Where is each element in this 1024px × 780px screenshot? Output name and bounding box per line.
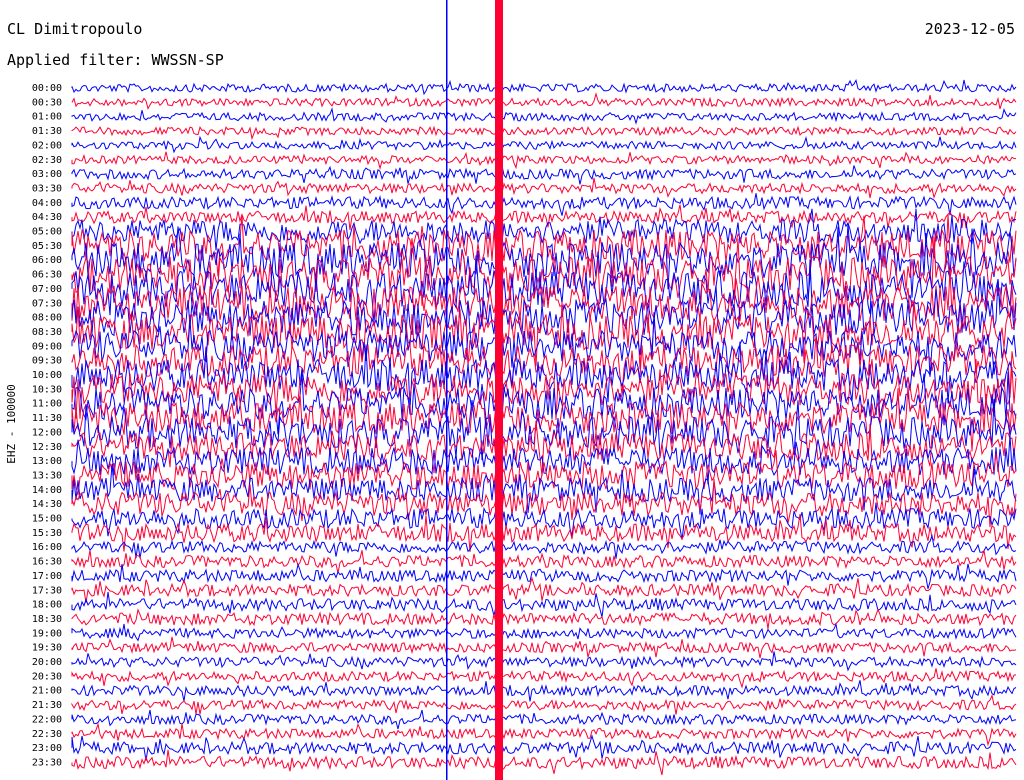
time-label: 15:00 [32, 514, 62, 525]
trace-line [71, 651, 1017, 672]
trace-line [71, 92, 1017, 110]
trace-line [71, 694, 1017, 715]
time-label: 07:00 [32, 284, 62, 295]
time-label: 18:30 [32, 614, 62, 625]
time-label: 19:30 [32, 643, 62, 654]
trace-line [71, 749, 1017, 776]
time-label: 21:30 [32, 700, 62, 711]
time-label: 04:00 [32, 198, 62, 209]
time-label: 20:00 [32, 657, 62, 668]
time-label: 10:00 [32, 370, 62, 381]
time-label: 23:00 [32, 743, 62, 754]
time-label: 22:30 [32, 729, 62, 740]
event-marker [495, 0, 503, 780]
trace-line [71, 193, 1017, 216]
time-label: 16:00 [32, 542, 62, 553]
trace-line [71, 636, 1017, 659]
time-label: 04:30 [32, 212, 62, 223]
trace-line [71, 550, 1017, 574]
time-label: 03:30 [32, 183, 62, 194]
time-label: 05:00 [32, 227, 62, 238]
time-label: 02:30 [32, 155, 62, 166]
trace-line [71, 151, 1017, 171]
time-label: 09:30 [32, 356, 62, 367]
trace-line [71, 177, 1017, 200]
trace-line [71, 709, 1017, 730]
time-label: 20:30 [32, 671, 62, 682]
seismogram-plot: 00:00 00:30 01:00 01:30 02:00 02:30 03:00 03:30… [5, 0, 1017, 780]
trace-line [71, 734, 1017, 761]
channel-label: EHZ - 100000 [5, 384, 18, 463]
time-label: 21:00 [32, 686, 62, 697]
time-label: 23:30 [32, 757, 62, 768]
time-label: 14:30 [32, 499, 62, 510]
trace-line [71, 165, 1017, 185]
trace-line [71, 125, 1017, 141]
time-label: 12:00 [32, 427, 62, 438]
time-label: 16:30 [32, 557, 62, 568]
time-label: 07:30 [32, 298, 62, 309]
time-label: 12:30 [32, 442, 62, 453]
trace-line [71, 680, 1017, 702]
time-label: 18:00 [32, 600, 62, 611]
time-label: 11:00 [32, 399, 62, 410]
time-label: 17:00 [32, 571, 62, 582]
time-label: 03:00 [32, 169, 62, 180]
time-label: 06:00 [32, 255, 62, 266]
time-label: 09:00 [32, 341, 62, 352]
trace-line [71, 107, 1017, 125]
time-label: 19:00 [32, 628, 62, 639]
trace-line [71, 668, 1017, 689]
time-label: 08:30 [32, 327, 62, 338]
time-label: 15:30 [32, 528, 62, 539]
time-label: 11:30 [32, 413, 62, 424]
time-label: 13:00 [32, 456, 62, 467]
time-label: 22:00 [32, 714, 62, 725]
trace-line [71, 622, 1017, 642]
event-marker [446, 0, 448, 780]
time-label: 00:00 [32, 83, 62, 94]
time-label: 06:30 [32, 270, 62, 281]
time-label: 17:30 [32, 585, 62, 596]
trace-group [71, 0, 1017, 780]
time-label: 08:00 [32, 313, 62, 324]
time-label: 00:30 [32, 97, 62, 108]
trace-line [71, 135, 1017, 154]
trace-line [71, 722, 1017, 747]
time-labels: 00:00 00:30 01:00 01:30 02:00 02:30 03:00 03:30… [32, 83, 62, 768]
time-label: 01:00 [32, 112, 62, 123]
trace-line [71, 562, 1017, 589]
time-label: 05:30 [32, 241, 62, 252]
time-label: 14:00 [32, 485, 62, 496]
trace-line [71, 608, 1017, 629]
time-label: 01:30 [32, 126, 62, 137]
time-label: 10:30 [32, 384, 62, 395]
time-label: 02:00 [32, 140, 62, 151]
trace-line [71, 79, 1017, 96]
time-label: 13:30 [32, 470, 62, 481]
